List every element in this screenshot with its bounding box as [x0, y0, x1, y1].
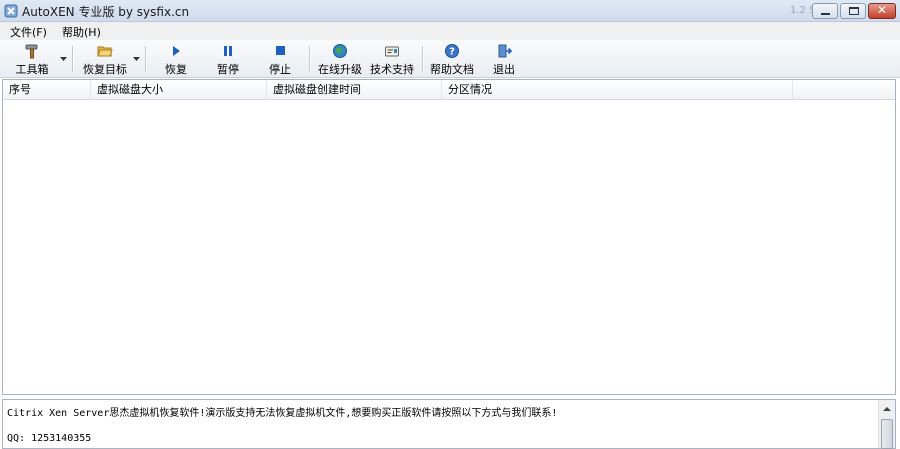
- pause-label: 暂停: [217, 63, 239, 76]
- exit-door-icon: [498, 44, 512, 58]
- scroll-up-icon[interactable]: [881, 402, 893, 416]
- restore-target-label: 恢复目标: [83, 63, 127, 76]
- help-docs-label: 帮助文档: [430, 63, 474, 76]
- toolbox-dropdown-icon[interactable]: [60, 57, 67, 62]
- exit-label: 退出: [493, 63, 515, 76]
- stop-label: 停止: [269, 63, 291, 76]
- column-header-disk-size[interactable]: 虚拟磁盘大小: [91, 80, 267, 100]
- restore-button[interactable]: 恢复: [156, 42, 196, 76]
- tech-support-label: 技术支持: [370, 63, 414, 76]
- toolbox-button[interactable]: 工具箱: [10, 42, 54, 76]
- toolbar: 工具箱 恢复目标 恢复 暂停 停止 在线升级 技术支持 ? 帮助文档 退出: [0, 40, 900, 78]
- column-header-created-time[interactable]: 虚拟磁盘创建时间: [267, 80, 442, 100]
- pause-button[interactable]: 暂停: [208, 42, 248, 76]
- toolbox-label: 工具箱: [15, 63, 49, 76]
- folder-open-icon: [97, 46, 113, 57]
- app-icon: [4, 4, 18, 18]
- svg-text:?: ?: [449, 47, 455, 58]
- help-docs-button[interactable]: ? 帮助文档: [428, 42, 476, 76]
- restore-target-dropdown-icon[interactable]: [133, 57, 140, 62]
- scroll-thumb[interactable]: [881, 419, 893, 449]
- stop-icon: [276, 46, 285, 55]
- close-icon: ✕: [876, 3, 888, 17]
- stop-button[interactable]: 停止: [260, 42, 300, 76]
- log-scrollbar[interactable]: [878, 400, 895, 449]
- restore-label: 恢复: [165, 63, 187, 76]
- toolbar-separator: [309, 46, 310, 72]
- log-qq: QQ: 1253140355: [7, 433, 92, 444]
- toolbar-separator: [422, 46, 423, 72]
- hammer-icon: [25, 44, 38, 59]
- minimize-icon: [821, 13, 830, 15]
- exit-button[interactable]: 退出: [486, 42, 522, 76]
- maximize-button[interactable]: [840, 3, 866, 19]
- table-header: 序号 虚拟磁盘大小 虚拟磁盘创建时间 分区情况: [3, 80, 895, 100]
- restore-target-button[interactable]: 恢复目标: [80, 42, 130, 76]
- column-header-index[interactable]: 序号: [3, 80, 91, 100]
- minimize-button[interactable]: [812, 3, 838, 19]
- column-header-partitions[interactable]: 分区情况: [442, 80, 793, 100]
- close-button[interactable]: ✕: [868, 3, 896, 19]
- toolbar-separator: [145, 46, 146, 72]
- online-upgrade-label: 在线升级: [318, 63, 362, 76]
- help-icon: ?: [445, 44, 459, 58]
- menu-file[interactable]: 文件(F): [10, 24, 47, 40]
- online-upgrade-button[interactable]: 在线升级: [316, 42, 364, 76]
- title-bar: AutoXEN 专业版 by sysfix.cn 1.2 SP1 ✕: [0, 0, 900, 22]
- pause-icon: [224, 46, 232, 56]
- support-card-icon: [385, 46, 399, 57]
- globe-icon: [333, 44, 347, 58]
- partition-table[interactable]: 序号 虚拟磁盘大小 虚拟磁盘创建时间 分区情况: [2, 79, 896, 395]
- tech-support-button[interactable]: 技术支持: [368, 42, 416, 76]
- log-message: Citrix Xen Server思杰虚拟机恢复软件!演示版支持无法恢复虚拟机文…: [7, 408, 558, 419]
- menu-bar: 文件(F) 帮助(H): [0, 22, 900, 40]
- window-title: AutoXEN 专业版 by sysfix.cn: [22, 5, 190, 19]
- log-panel[interactable]: Citrix Xen Server思杰虚拟机恢复软件!演示版支持无法恢复虚拟机文…: [2, 399, 896, 449]
- toolbar-separator: [72, 46, 73, 72]
- maximize-icon: [849, 7, 859, 15]
- play-icon: [173, 46, 180, 56]
- menu-help[interactable]: 帮助(H): [62, 24, 101, 40]
